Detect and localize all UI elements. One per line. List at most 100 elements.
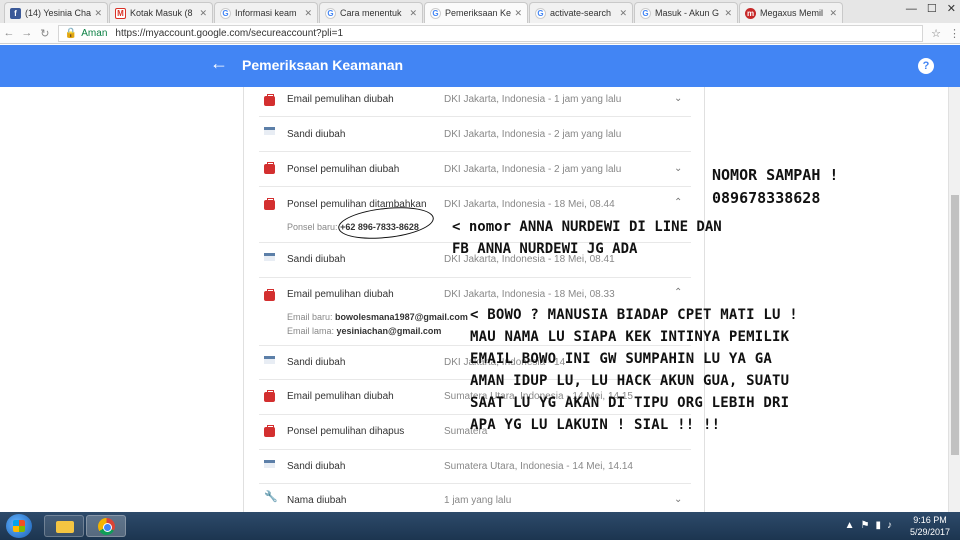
key-icon	[264, 356, 275, 364]
close-icon[interactable]: ✕	[94, 8, 102, 19]
event-row[interactable]: Sandi diubah Sumatera Utara, Indonesia -…	[259, 450, 691, 484]
chrome-taskbar-button[interactable]	[86, 515, 126, 537]
maximize-icon[interactable]: ☐	[927, 2, 937, 15]
annotation-line: < nomor ANNA NURDEWI DI LINE DAN	[452, 219, 722, 235]
explorer-taskbar-button[interactable]	[44, 515, 84, 537]
briefcase-icon	[264, 162, 275, 174]
browser-tab-strip: f (14) Yesinia Cha ✕ M Kotak Masuk (8 ✕ G Inf…	[0, 0, 960, 23]
briefcase-icon	[264, 198, 275, 210]
close-icon[interactable]: ✕	[829, 8, 837, 19]
close-icon[interactable]: ✕	[724, 8, 732, 19]
page-scrollbar[interactable]	[948, 87, 960, 512]
close-icon[interactable]: ✕	[409, 8, 417, 19]
google-icon: G	[220, 7, 231, 19]
annotation-line: EMAIL BOWO INI GW SUMPAHIN LU YA GA	[470, 351, 773, 367]
clock-time: 9:16 PM	[913, 515, 947, 525]
more-icon[interactable]: ⋮	[949, 27, 960, 40]
annotation-line: NOMOR SAMPAH !	[712, 166, 839, 184]
tab-label: Informasi keam	[235, 8, 297, 18]
old-email-value: yesiniachan@gmail.com	[336, 326, 442, 336]
megaxus-icon: m	[745, 7, 756, 19]
start-button[interactable]	[6, 514, 32, 538]
close-icon[interactable]: ✕	[514, 8, 522, 19]
system-tray-icons[interactable]: ▲⚑▮♪	[845, 520, 898, 531]
chevron-down-icon[interactable]: ⌄	[674, 163, 682, 174]
tab-masuk[interactable]: G Masuk - Akun G ✕	[634, 2, 738, 23]
chevron-up-icon[interactable]: ⌃	[674, 197, 682, 208]
back-arrow-icon[interactable]: ←	[210, 53, 228, 74]
chevron-down-icon[interactable]: ⌄	[674, 494, 682, 505]
google-icon: G	[535, 7, 546, 19]
minimize-icon[interactable]: —	[906, 3, 917, 15]
url-text[interactable]: https://myaccount.google.com/secureaccou…	[115, 28, 343, 39]
tab-label: activate-search	[550, 8, 612, 18]
app-bar: ← Pemeriksaan Keamanan ?	[0, 45, 960, 87]
event-row[interactable]: Sandi diubah DKI Jakarta, Indonesia - 2 …	[259, 117, 691, 152]
system-clock[interactable]: 9:16 PM 5/29/2017	[910, 514, 950, 538]
wrench-icon: 🔧	[264, 491, 278, 503]
back-icon[interactable]: ←	[0, 27, 18, 39]
forward-icon[interactable]: →	[18, 27, 36, 39]
tab-label: Megaxus Memil	[760, 8, 824, 18]
close-icon[interactable]: ✕	[199, 8, 207, 19]
page-title: Pemeriksaan Keamanan	[242, 57, 404, 73]
close-window-icon[interactable]: ✕	[947, 2, 956, 15]
close-icon[interactable]: ✕	[304, 8, 312, 19]
event-meta: DKI Jakarta, Indonesia - 1 jam yang lalu	[444, 94, 622, 105]
event-title: Sandi diubah	[287, 254, 346, 265]
briefcase-icon	[264, 94, 275, 106]
google-icon: G	[430, 7, 441, 19]
close-icon[interactable]: ✕	[619, 8, 627, 19]
star-icon[interactable]: ☆	[931, 27, 941, 40]
old-email-detail: Email lama: yesiniachan@gmail.com	[287, 326, 441, 336]
annotation-email-owner: < BOWO ? MANUSIA BIADAP CPET MATI LU ! M…	[470, 304, 798, 436]
tab-label: Masuk - Akun G	[655, 8, 720, 18]
event-meta: DKI Jakarta, Indonesia - 18 Mei, 08.33	[444, 289, 615, 300]
new-email-label: Email baru:	[287, 312, 333, 322]
briefcase-icon	[264, 390, 275, 402]
chevron-down-icon[interactable]: ⌄	[674, 93, 682, 104]
secure-label: Aman	[81, 27, 108, 39]
chevron-up-icon[interactable]: ⌃	[674, 287, 682, 298]
address-bar[interactable]: 🔒 Aman https://myaccount.google.com/secu…	[57, 24, 924, 42]
tab-label: Cara menentuk	[340, 8, 402, 18]
event-meta: DKI Jakarta, Indonesia - 2 jam yang lalu	[444, 164, 622, 175]
tab-gmail[interactable]: M Kotak Masuk (8 ✕	[109, 2, 213, 23]
key-icon	[264, 127, 275, 135]
tab-activate[interactable]: Gactivate-search ✕	[529, 2, 633, 23]
help-icon[interactable]: ?	[918, 58, 934, 74]
event-title: Ponsel pemulihan dihapus	[287, 426, 405, 437]
lock-icon: 🔒	[64, 27, 78, 39]
scrollbar-thumb[interactable]	[951, 195, 959, 455]
event-title: Sandi diubah	[287, 357, 346, 368]
reload-icon[interactable]: ↻	[36, 27, 54, 40]
tab-pemeriksaan[interactable]: G Pemeriksaan Ke ✕	[424, 2, 528, 23]
annotation-trash-number: NOMOR SAMPAH ! 089678338628	[712, 164, 838, 210]
google-icon: G	[640, 7, 651, 19]
windows-logo-icon	[13, 520, 25, 532]
event-title: Sandi diubah	[287, 129, 346, 140]
event-row[interactable]: Email pemulihan diubah DKI Jakarta, Indo…	[259, 87, 691, 117]
security-events-card: Email pemulihan diubah DKI Jakarta, Indo…	[243, 87, 705, 512]
annotation-line: MAU NAMA LU SIAPA KEK INTINYA PEMILIK	[470, 329, 790, 345]
tab-label: (14) Yesinia Cha	[25, 8, 92, 18]
tab-label: Pemeriksaan Ke	[445, 8, 512, 18]
event-row[interactable]: Ponsel pemulihan diubah DKI Jakarta, Ind…	[259, 152, 691, 187]
event-title: Email pemulihan diubah	[287, 289, 394, 300]
event-title: Ponsel pemulihan diubah	[287, 164, 400, 175]
new-email-detail: Email baru: bowolesmana1987@gmail.com	[287, 312, 468, 322]
facebook-icon: f	[10, 7, 21, 19]
tab-facebook[interactable]: f (14) Yesinia Cha ✕	[4, 2, 108, 23]
event-title: Nama diubah	[287, 495, 347, 506]
annotation-line: SAAT LU YG AKAN DI TIPU ORG LEBIH DRI	[470, 395, 790, 411]
gmail-icon: M	[115, 7, 126, 19]
annotation-line: APA YG LU LAKUIN ! SIAL !! !!	[470, 417, 721, 433]
annotation-line: 089678338628	[712, 189, 821, 207]
tab-informasi[interactable]: G Informasi keam ✕	[214, 2, 318, 23]
event-row[interactable]: 🔧 Nama diubah 1 jam yang lalu ⌄	[259, 484, 691, 512]
annotation-phone-owner: < nomor ANNA NURDEWI DI LINE DAN FB ANNA…	[452, 216, 722, 260]
tab-megaxus[interactable]: m Megaxus Memil ✕	[739, 2, 843, 23]
tab-cara[interactable]: G Cara menentuk ✕	[319, 2, 423, 23]
new-email-value: bowolesmana1987@gmail.com	[335, 312, 468, 322]
briefcase-icon	[264, 425, 275, 437]
